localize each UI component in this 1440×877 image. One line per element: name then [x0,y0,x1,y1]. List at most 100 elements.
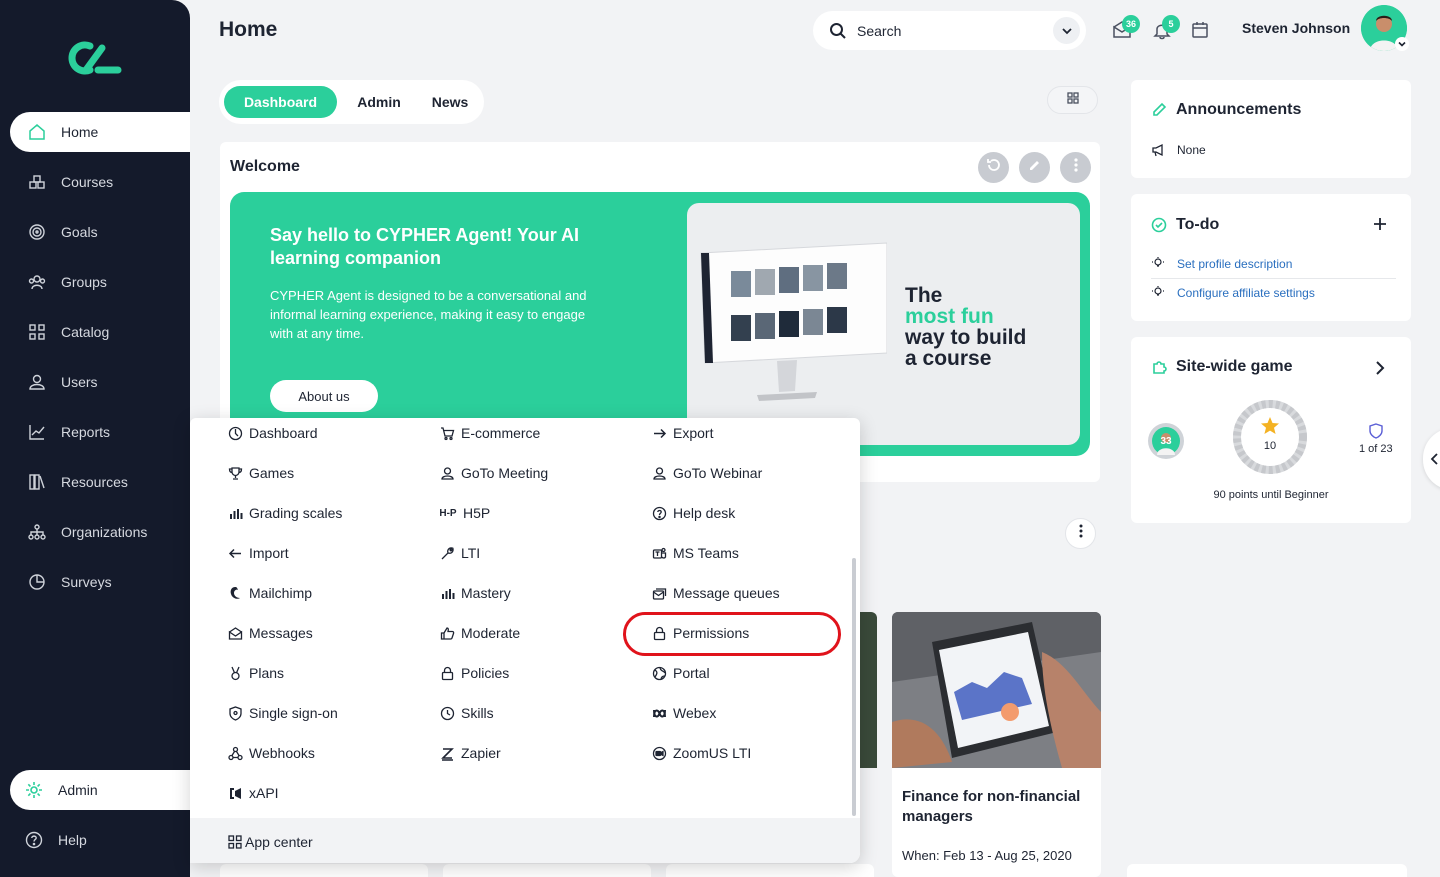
menu-item-label: Help desk [673,505,736,521]
catalog-icon [28,323,46,341]
edit-button[interactable] [1019,152,1050,183]
todo-item[interactable]: Set profile description [1177,257,1292,271]
search-box[interactable]: Search [813,11,1086,50]
search-input[interactable]: Search [857,23,901,39]
menu-item-help-desk[interactable]: Help desk [651,501,735,525]
menu-item-moderate[interactable]: Moderate [439,621,520,645]
menu-item-label: Skills [461,705,494,721]
cart-icon [439,425,455,441]
search-icon [829,22,847,40]
menu-item-plans[interactable]: Plans [227,661,284,685]
user-icon [28,373,46,391]
sidebar-item-resources[interactable]: Resources [10,462,190,502]
webex-icon [651,705,667,721]
menu-item-e-commerce[interactable]: E-commerce [439,421,540,445]
sidebar-item-home[interactable]: Home [10,112,190,152]
menu-scrollbar[interactable] [852,558,856,816]
tab-dashboard[interactable]: Dashboard [224,86,337,118]
menu-item-label: Mastery [461,585,511,601]
menu-item-export[interactable]: Export [651,421,713,445]
menu-item-h5p[interactable]: H-P H5P [439,501,490,525]
tab-admin[interactable]: Admin [343,86,415,118]
message-queue-icon [651,585,667,601]
more-options-button[interactable] [1060,152,1091,183]
add-icon[interactable] [1372,216,1388,237]
sidebar-item-label: Courses [61,174,114,190]
chevron-right-icon[interactable] [1374,360,1386,381]
menu-item-label: Moderate [461,625,521,641]
organizations-icon [28,523,46,541]
sidebar-item-groups[interactable]: Groups [10,262,190,302]
refresh-button[interactable] [978,152,1009,183]
course-card[interactable]: Finance for non-financial managers When:… [892,612,1101,877]
points-ring: 10 [1232,399,1308,475]
sidebar-item-users[interactable]: Users [10,362,190,402]
lightbulb-icon [1151,285,1165,304]
about-us-button[interactable]: About us [270,380,378,412]
sidebar-item-label: Surveys [61,574,112,590]
logo[interactable] [68,40,122,76]
menu-item-portal[interactable]: Portal [651,661,710,685]
sidebar-item-organizations[interactable]: Organizations [10,512,190,552]
app-center-link[interactable]: App center [227,830,313,854]
layout-grid-button[interactable] [1047,86,1098,114]
menu-item-message-queues[interactable]: Message queues [651,581,780,605]
menu-item-label: H5P [463,505,491,521]
sidebar-item-reports[interactable]: Reports [10,412,190,452]
bar-chart-icon [439,585,455,601]
menu-item-label: App center [245,834,313,850]
calendar-icon[interactable] [1190,20,1210,40]
menu-item-zapier[interactable]: Zapier [439,741,501,765]
menu-item-policies[interactable]: Policies [439,661,509,685]
menu-item-webhooks[interactable]: Webhooks [227,741,315,765]
sidebar-item-goals[interactable]: Goals [10,212,190,252]
menu-item-label: Webhooks [249,745,315,761]
arrow-left-icon [227,545,243,561]
sidebar-item-catalog[interactable]: Catalog [10,312,190,352]
course-title[interactable]: Finance for non-financial managers [902,787,1092,827]
menu-item-skills[interactable]: Skills [439,701,494,725]
zapier-icon [439,745,455,761]
menu-item-webex[interactable]: Webex [651,701,716,725]
sidebar-item-admin[interactable]: Admin [10,770,190,810]
xapi-icon [227,785,243,801]
menu-item-label: LTI [461,545,481,561]
h5p-icon: H-P [439,507,457,519]
messages-badge: 36 [1122,15,1141,33]
menu-item-single-sign-on[interactable]: Single sign-on [227,701,338,725]
sidebar-item-help[interactable]: Help [10,820,190,860]
announcements-widget: Announcements None [1131,80,1411,178]
menu-item-games[interactable]: Games [227,461,294,485]
player-avatar: 33 [1148,423,1184,459]
menu-item-lti[interactable]: LTI [439,541,480,565]
todo-item[interactable]: Configure affiliate settings [1177,286,1315,300]
sidebar-item-surveys[interactable]: Surveys [10,562,190,602]
menu-item-mailchimp[interactable]: Mailchimp [227,581,312,605]
chevron-down-icon[interactable] [1053,17,1080,44]
sidebar-item-courses[interactable]: Courses [10,162,190,202]
menu-item-import[interactable]: Import [227,541,289,565]
welcome-title: Welcome [230,158,300,175]
user-name[interactable]: Steven Johnson [1242,20,1350,36]
sidebar-item-label: Reports [61,424,111,440]
tab-news[interactable]: News [419,86,481,118]
menu-item-goto-meeting[interactable]: GoTo Meeting [439,461,548,485]
collapse-panel-button[interactable] [1423,428,1440,490]
menu-item-label: Policies [461,665,510,681]
menu-item-goto-webinar[interactable]: GoTo Webinar [651,461,762,485]
widget-more-button[interactable] [1065,518,1096,549]
shield-icon [227,705,243,721]
menu-item-xapi[interactable]: xAPI [227,781,279,805]
menu-item-label: Messages [249,625,313,641]
menu-item-messages[interactable]: Messages [227,621,313,645]
widget-partial [666,864,874,877]
medal-icon [227,665,243,681]
menu-item-grading-scales[interactable]: Grading scales [227,501,342,525]
menu-item-ms-teams[interactable]: MS Teams [651,541,739,565]
menu-item-zoomus-lti[interactable]: ZoomUS LTI [651,741,751,765]
chevron-down-icon[interactable] [1395,37,1409,51]
announcements-value: None [1177,143,1206,157]
menu-item-mastery[interactable]: Mastery [439,581,511,605]
webhook-icon [227,745,243,761]
menu-item-dashboard[interactable]: Dashboard [227,421,318,445]
